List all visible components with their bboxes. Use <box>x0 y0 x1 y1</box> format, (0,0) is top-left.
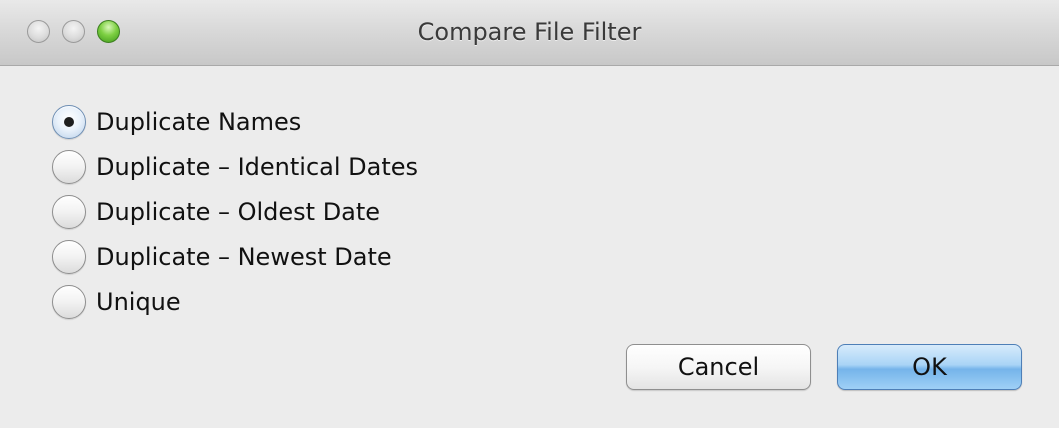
radio-button[interactable] <box>52 194 86 229</box>
dialog-window: Compare File Filter Duplicate Names Dupl… <box>0 0 1059 428</box>
close-icon[interactable] <box>27 20 50 43</box>
radio-button[interactable] <box>52 239 86 274</box>
window-title: Compare File Filter <box>417 18 642 46</box>
zoom-icon[interactable] <box>97 20 120 43</box>
radio-selected-dot-icon <box>64 116 74 127</box>
radio-label[interactable]: Duplicate – Oldest Date <box>96 197 380 227</box>
radio-label[interactable]: Unique <box>96 287 181 317</box>
ok-button[interactable]: OK <box>837 344 1022 390</box>
radio-option-duplicate-oldest-date[interactable]: Duplicate – Oldest Date <box>52 189 418 234</box>
radio-label[interactable]: Duplicate – Identical Dates <box>96 152 418 182</box>
filter-radio-group: Duplicate Names Duplicate – Identical Da… <box>52 99 418 324</box>
radio-label[interactable]: Duplicate Names <box>96 107 301 137</box>
radio-label[interactable]: Duplicate – Newest Date <box>96 242 392 272</box>
radio-option-duplicate-identical-dates[interactable]: Duplicate – Identical Dates <box>52 144 418 189</box>
title-bar[interactable]: Compare File Filter <box>0 0 1059 66</box>
radio-option-duplicate-names[interactable]: Duplicate Names <box>52 99 418 144</box>
radio-button-selected[interactable] <box>52 104 86 139</box>
radio-button[interactable] <box>52 284 86 319</box>
cancel-button[interactable]: Cancel <box>626 344 811 390</box>
minimize-icon[interactable] <box>62 20 85 43</box>
radio-button[interactable] <box>52 149 86 184</box>
radio-option-unique[interactable]: Unique <box>52 279 418 324</box>
radio-option-duplicate-newest-date[interactable]: Duplicate – Newest Date <box>52 234 418 279</box>
